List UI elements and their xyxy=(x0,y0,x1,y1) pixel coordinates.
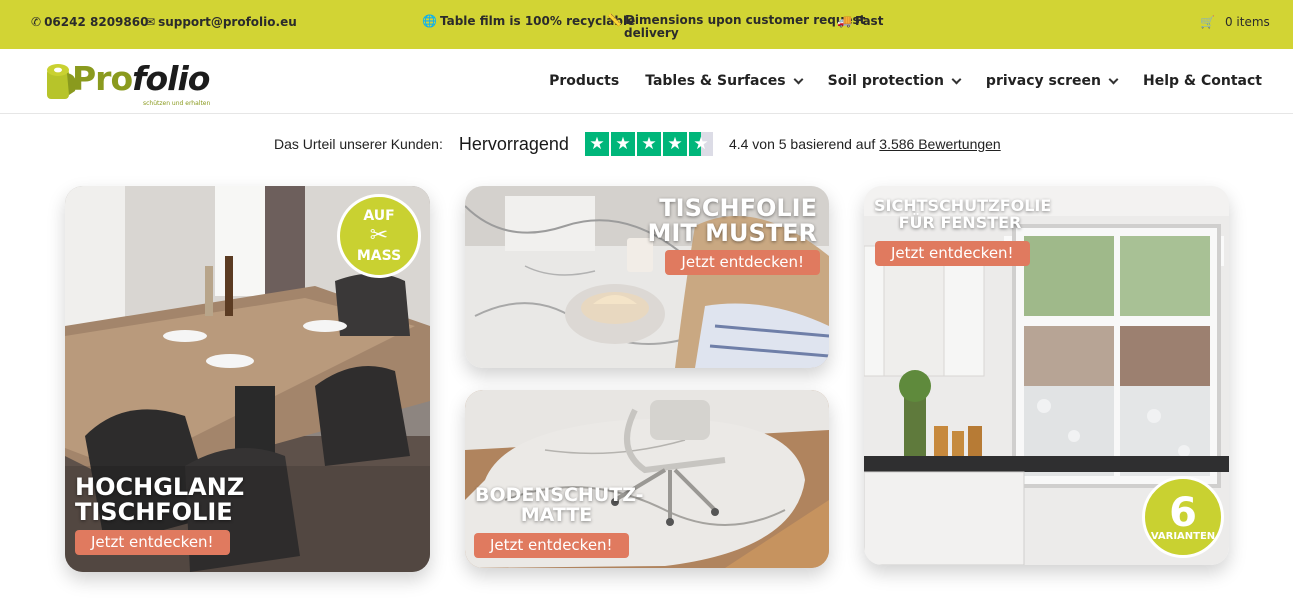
usp-dimensions: 📏 Dimensions upon customer request delive… xyxy=(607,14,865,40)
nav-soil-protection[interactable]: Soil protection xyxy=(828,73,962,89)
nav-help-contact[interactable]: Help & Contact xyxy=(1143,73,1262,89)
discover-button[interactable]: Jetzt entdecken! xyxy=(665,250,820,275)
star-icon: ★ xyxy=(636,132,661,156)
badge-text-top: AUF xyxy=(363,208,395,224)
card-title: HOCHGLANZ TISCHFOLIE xyxy=(75,473,245,527)
nav-privacy-screen[interactable]: privacy screen xyxy=(986,73,1119,89)
badge-number: 6 xyxy=(1169,489,1197,536)
ruler-icon: 📏 xyxy=(607,13,622,27)
usp-delivery-text: delivery xyxy=(624,26,679,40)
star-icon: ★ xyxy=(662,132,687,156)
profolio-logo[interactable]: Profolio schützen und erhalten xyxy=(45,55,215,109)
cart-count: 0 items xyxy=(1224,15,1270,29)
chevron-down-icon xyxy=(793,74,804,84)
trust-stars: ★ ★ ★ ★ ★ xyxy=(584,132,713,156)
email-address: support@profolio.eu xyxy=(158,15,297,29)
logo-wordmark: Profolio xyxy=(72,59,210,98)
variants-badge: 6 VARIANTEN xyxy=(1142,476,1224,558)
badge-text: VARIANTEN xyxy=(1150,530,1216,542)
discover-button[interactable]: Jetzt entdecken! xyxy=(875,241,1030,266)
card-title: SICHTSCHUTZFOLIE FÜR FENSTER xyxy=(874,196,1052,232)
card-floor-protection-mat[interactable]: BODENSCHUTZ- MATTE Jetzt entdecken! xyxy=(465,390,829,568)
top-bar: ✆ 06242 8209860 ✉ support@profolio.eu 🌐 Tab… xyxy=(0,0,1293,49)
card-title: BODENSCHUTZ- MATTE xyxy=(475,484,644,526)
discover-button[interactable]: Jetzt entdecken! xyxy=(75,530,230,555)
trust-score: 4.4 von 5 basierend auf 3.586 Bewertungen xyxy=(728,136,1001,152)
cart-link[interactable]: 🛒 0 items xyxy=(1200,15,1270,29)
reviews-link[interactable]: 3.586 Bewertungen xyxy=(879,136,1000,152)
trustpilot-widget[interactable]: Das Urteil unserer Kunden: Hervorragend … xyxy=(274,132,1001,156)
card-title: TISCHFOLIE MIT MUSTER xyxy=(647,194,817,248)
phone-link[interactable]: ✆ 06242 8209860 xyxy=(31,15,148,29)
logo-tagline: schützen und erhalten xyxy=(143,100,211,107)
usp-fast: 🚚 Fast xyxy=(837,14,883,28)
trust-rating-word: Hervorragend xyxy=(458,133,569,154)
phone-number: 06242 8209860 xyxy=(44,15,149,29)
star-icon: ★ xyxy=(610,132,635,156)
star-icon: ★ xyxy=(584,132,609,156)
nav-products[interactable]: Products xyxy=(549,73,619,89)
usp-recyclable-text: Table film is 100% recyclable xyxy=(439,14,636,28)
trust-lead: Das Urteil unserer Kunden: xyxy=(274,136,443,152)
badge-text-bottom: MASS xyxy=(356,248,402,264)
usp-dimensions-text: Dimensions upon customer request xyxy=(624,13,866,27)
star-half-icon: ★ xyxy=(688,132,713,156)
globe-icon: 🌐 xyxy=(422,14,437,28)
truck-icon: 🚚 xyxy=(837,14,852,28)
scissors-icon: ✂ xyxy=(369,223,389,248)
email-link[interactable]: ✉ support@profolio.eu xyxy=(145,15,297,29)
phone-icon: ✆ xyxy=(31,15,42,29)
cart-icon: 🛒 xyxy=(1200,15,1215,29)
card-patterned-table-film[interactable]: TISCHFOLIE MIT MUSTER Jetzt entdecken! xyxy=(465,186,829,368)
chevron-down-icon xyxy=(1108,74,1119,84)
card-privacy-window-film[interactable]: SICHTSCHUTZFOLIE FÜR FENSTER Jetzt entde… xyxy=(864,186,1229,565)
mail-icon: ✉ xyxy=(145,15,156,29)
discover-button[interactable]: Jetzt entdecken! xyxy=(474,533,629,558)
chevron-down-icon xyxy=(951,74,962,84)
custom-size-badge: AUF ✂ MASS xyxy=(337,194,421,278)
usp-recyclable: 🌐 Table film is 100% recyclable xyxy=(422,14,635,28)
main-nav: Products Tables & Surfaces Soil protecti… xyxy=(549,73,1262,89)
site-header: Profolio schützen und erhalten Products … xyxy=(0,49,1293,114)
usp-fast-text: Fast xyxy=(854,14,884,28)
card-highgloss-table-film[interactable]: AUF ✂ MASS HOCHGLANZ TISCHFOLIE Jetzt en… xyxy=(65,186,430,572)
nav-tables-surfaces[interactable]: Tables & Surfaces xyxy=(645,73,804,89)
